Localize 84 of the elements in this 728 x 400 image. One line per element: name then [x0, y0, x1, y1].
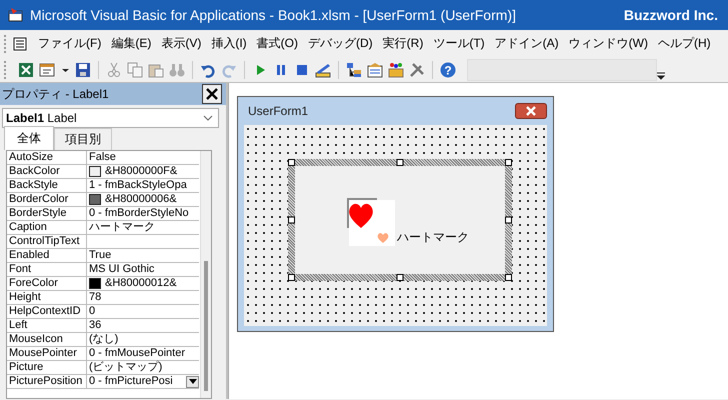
resize-handle[interactable]: [505, 159, 512, 166]
property-name: BackColor: [7, 165, 87, 179]
property-name: ForeColor: [7, 277, 87, 291]
resize-handle[interactable]: [396, 274, 404, 281]
menu-item[interactable]: 編集(E): [106, 35, 156, 52]
menu-item[interactable]: ウィンドウ(W): [564, 35, 653, 52]
form-title: UserForm1: [248, 104, 308, 118]
menu-item[interactable]: ファイル(F): [33, 35, 106, 52]
resize-handle[interactable]: [288, 274, 295, 281]
property-value: 78: [89, 291, 102, 304]
menu-item[interactable]: ツール(T): [428, 35, 490, 52]
pane-title: プロパティ - Label1: [2, 86, 109, 102]
property-value: (ビットマップ): [89, 361, 162, 374]
close-icon: [525, 106, 537, 116]
property-value: &H80000012&: [105, 277, 177, 290]
property-value: True: [89, 249, 112, 262]
project-tree-icon[interactable]: [346, 62, 362, 78]
property-value: MS UI Gothic: [89, 263, 154, 276]
property-name: Left: [7, 319, 87, 333]
scrollbar[interactable]: [200, 151, 211, 398]
property-name: Height: [7, 291, 87, 305]
property-value: 36: [89, 319, 102, 332]
menu-item[interactable]: アドイン(A): [490, 35, 564, 52]
property-value: ハートマーク: [89, 221, 155, 234]
boxes-icon[interactable]: [388, 62, 404, 78]
property-name: BackStyle: [7, 179, 87, 193]
selection-frame[interactable]: ハートマーク: [288, 159, 512, 281]
app-icon[interactable]: [8, 7, 24, 23]
object-name: Label1 Label: [6, 111, 77, 125]
property-value: &H80000006&: [105, 193, 177, 206]
menu-item[interactable]: 実行(R): [378, 35, 428, 52]
object-combo-box[interactable]: Label1 Label: [2, 108, 219, 128]
property-name: Font: [7, 263, 87, 277]
property-value: False: [89, 151, 116, 164]
window-menu-icon[interactable]: [13, 36, 27, 50]
property-value: 0 - fmBorderStyleNo: [89, 207, 189, 220]
hearts-picture: [347, 198, 395, 246]
dropdown-icon[interactable]: [656, 70, 666, 80]
property-value: 1 - fmBackStyleOpa: [89, 179, 187, 192]
property-name: BorderColor: [7, 193, 87, 207]
window-icon[interactable]: [39, 62, 55, 78]
property-name: MouseIcon: [7, 333, 87, 347]
property-value: (なし): [89, 333, 118, 346]
property-name: ControlTipText: [7, 235, 87, 249]
resize-handle[interactable]: [505, 274, 512, 281]
close-button[interactable]: [515, 103, 547, 119]
menu-item[interactable]: 書式(O): [252, 35, 303, 52]
property-name: AutoSize: [7, 151, 87, 165]
save-icon[interactable]: [75, 62, 91, 78]
properties-tab[interactable]: 全体: [4, 126, 54, 150]
property-name: Enabled: [7, 249, 87, 263]
close-button[interactable]: [202, 84, 222, 104]
tools-icon[interactable]: [409, 62, 425, 78]
property-name: PicturePosition: [7, 375, 87, 389]
chevron-down-icon[interactable]: [203, 115, 213, 121]
resize-handle[interactable]: [288, 216, 295, 224]
ruler-pencil-icon[interactable]: [315, 62, 331, 78]
property-value: &H8000000F&: [105, 165, 178, 178]
property-value: 0: [89, 305, 96, 318]
property-name: HelpContextID: [7, 305, 87, 319]
property-name: Caption: [7, 221, 87, 235]
label-caption: ハートマーク: [397, 229, 469, 246]
property-value: 0 - fmMousePointer: [89, 347, 185, 360]
help-icon[interactable]: ?: [440, 62, 456, 78]
resize-handle[interactable]: [505, 216, 512, 224]
menu-item[interactable]: ヘルプ(H): [652, 35, 716, 52]
menu-item[interactable]: 挿入(I): [206, 35, 252, 52]
properties-tab[interactable]: 項目別: [54, 128, 112, 150]
menu-item[interactable]: 表示(V): [156, 35, 206, 52]
close-icon: [205, 87, 219, 101]
resize-handle[interactable]: [396, 159, 404, 166]
property-name: BorderStyle: [7, 207, 87, 221]
property-name: MousePointer: [7, 347, 87, 361]
toolbar-combo-field[interactable]: [467, 58, 657, 80]
caret-icon: [188, 379, 196, 384]
dropdown-button[interactable]: [186, 376, 199, 388]
property-value: 0 - fmPicturePosi: [89, 375, 173, 388]
excel-icon[interactable]: [18, 62, 34, 78]
property-name: Picture: [7, 361, 87, 375]
property-sheet-icon[interactable]: [367, 62, 383, 78]
brand-name: Buzzword Inc.: [624, 7, 718, 23]
resize-handle[interactable]: [288, 159, 295, 166]
window-title: Microsoft Visual Basic for Applications - Book1.xlsm - [UserForm1 (UserForm)]: [30, 7, 517, 23]
menu-item[interactable]: デバッグ(D): [302, 35, 378, 52]
